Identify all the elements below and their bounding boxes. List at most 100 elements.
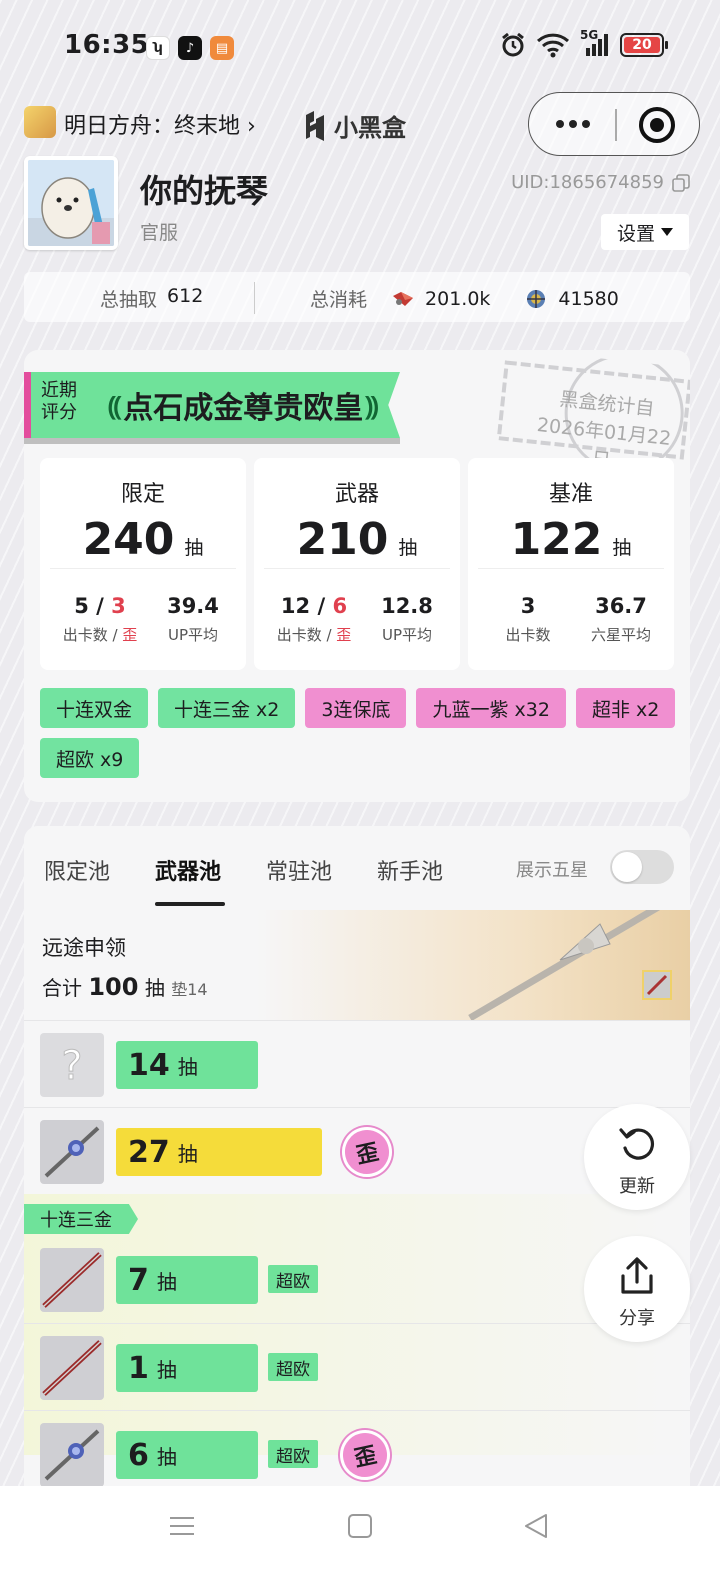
stats-weapon: 武器 210 抽 12 / 6 出卡数 / 歪 12.8 UP平均	[254, 458, 460, 670]
lucky-badge: 超欧	[268, 1440, 318, 1468]
caret-down-icon	[661, 228, 673, 236]
pull-count-bar: 1抽	[116, 1344, 258, 1392]
pull-count: 27	[128, 1134, 170, 1170]
tag: 十连双金	[40, 688, 149, 728]
stats-avg-label: 六星平均	[590, 626, 651, 644]
stats-off-label: 歪	[122, 626, 138, 644]
off-banner-badge: 歪	[335, 1425, 395, 1485]
refresh-icon	[619, 1128, 655, 1160]
game-switch-link[interactable]: 明日方舟：终末地 ›	[64, 108, 256, 140]
tab-beginner-pool[interactable]: 新手池	[377, 854, 443, 886]
stats-avg: 12.8	[381, 594, 433, 618]
pull-count: 6	[128, 1437, 149, 1473]
red-weapon-icon	[40, 1336, 104, 1400]
stats-title: 武器	[334, 482, 379, 507]
tab-weapon-pool[interactable]: 武器池	[155, 854, 221, 886]
menu-icon[interactable]	[168, 1512, 196, 1540]
more-icon[interactable]	[551, 111, 595, 137]
recent-rating-label: 近期 评分	[24, 372, 106, 438]
pull-unit: 抽	[156, 1444, 177, 1469]
stats-pulls: 122	[510, 514, 603, 565]
total-cost: 总消耗 201.0k 41580	[310, 285, 619, 312]
stats-count-label: 出卡数	[276, 626, 322, 644]
uid-copy[interactable]: UID:1865674859	[511, 172, 690, 193]
ten-pull-flag: 十连三金	[24, 1204, 138, 1234]
pull-count-bar: 14 抽	[116, 1041, 258, 1089]
share-button[interactable]: 分享	[584, 1236, 690, 1342]
laurel-right-icon: ⸩	[365, 392, 379, 422]
stats-pulls: 240	[82, 514, 175, 565]
tag: 超非 x2	[575, 688, 676, 728]
share-icon	[621, 1257, 653, 1294]
total-pulls-value: 612	[167, 285, 204, 307]
back-icon[interactable]	[522, 1512, 550, 1540]
brand-logo: 小黑盒	[302, 108, 406, 143]
settings-dropdown[interactable]: 设置	[601, 214, 689, 250]
stats-off-count: 3	[111, 594, 126, 618]
username: 你的抚琴	[140, 172, 269, 210]
pull-count: 7	[128, 1262, 149, 1298]
show-five-star-toggle[interactable]	[610, 850, 674, 884]
stats-sep: /	[321, 626, 337, 644]
user-avatar[interactable]	[24, 156, 118, 250]
stats-count: 3	[520, 594, 536, 618]
system-nav-bar	[0, 1486, 720, 1582]
pull-unit: 抽	[156, 1269, 177, 1294]
banner-total-value: 100	[88, 973, 139, 1001]
blue-weapon-icon	[40, 1120, 104, 1184]
tab-limited-pool[interactable]: 限定池	[44, 854, 110, 886]
stats-sep: /	[107, 626, 123, 644]
stats-sep: /	[88, 594, 112, 618]
close-target-icon[interactable]	[637, 105, 677, 145]
home-icon[interactable]	[346, 1512, 374, 1540]
otter-avatar-icon	[28, 160, 114, 246]
game-avatar-icon[interactable]	[24, 106, 56, 138]
stats-pulls: 210	[296, 514, 389, 565]
stats-title: 基准	[548, 482, 593, 507]
pull-count-bar: 7抽	[116, 1256, 258, 1304]
stats-count: 5	[74, 594, 89, 618]
settings-label: 设置	[616, 222, 655, 245]
cellular-signal-icon: 5G	[580, 28, 610, 58]
pull-record-row[interactable]: ? 14 抽	[24, 1020, 690, 1107]
total-cost-label: 总消耗	[310, 289, 368, 311]
mini-program-capsule	[528, 92, 700, 156]
stats-unit: 抽	[184, 537, 204, 559]
stats-unit: 抽	[612, 537, 632, 559]
tag: 九蓝一紫 x32	[416, 688, 566, 728]
blue-weapon-icon	[40, 1423, 104, 1486]
stats-off-label: 歪	[336, 626, 352, 644]
refresh-label: 更新	[619, 1176, 655, 1197]
stats-avg: 39.4	[167, 594, 219, 618]
stats-off-count: 6	[332, 594, 348, 618]
rating-title: 点石成金尊贵欧皇	[123, 391, 364, 426]
copy-icon[interactable]	[672, 173, 690, 192]
status-bar: 16:35 ʮ ♪ ▤ 5G 20	[0, 0, 720, 96]
totals-bar: 总抽取 612 总消耗 201.0k 41580	[24, 272, 690, 322]
pull-record-row[interactable]: 6抽 超欧 歪	[24, 1410, 690, 1486]
lucky-badge: 超欧	[268, 1353, 318, 1381]
unknown-item-icon: ?	[40, 1033, 104, 1097]
pull-record-row[interactable]: 1抽 超欧	[24, 1323, 690, 1410]
xiaoheihe-logo-icon	[306, 110, 324, 141]
pull-count-bar: 6抽	[116, 1431, 258, 1479]
tab-standard-pool[interactable]: 常驻池	[266, 854, 332, 886]
pull-unit: 抽	[177, 1054, 198, 1079]
stats-sep: /	[310, 594, 333, 618]
pool-banner: 远途申领 合计 100 抽 垫14	[24, 910, 690, 1020]
rating-title-banner: ⸨ 点石成金尊贵欧皇 ⸩	[106, 372, 400, 438]
recent-label-line-2: 评分	[41, 402, 77, 423]
battery-level: 20	[624, 37, 660, 53]
show-five-star-label: 展示五星	[516, 860, 588, 881]
refresh-button[interactable]: 更新	[584, 1104, 690, 1210]
pull-ticket-icon	[527, 289, 546, 308]
stats-count-label: 出卡数	[505, 626, 551, 644]
tag: 十连三金 x2	[158, 688, 296, 728]
banner-name: 远途申领	[42, 936, 126, 960]
stats-avg-label: UP平均	[167, 626, 219, 644]
banner-total: 合计 100 抽 垫14	[42, 972, 208, 1001]
wifi-icon	[536, 33, 570, 58]
pull-count: 1	[128, 1350, 149, 1386]
banner-weapon-thumb[interactable]	[642, 970, 672, 1000]
total-pulls-label: 总抽取	[100, 289, 158, 311]
